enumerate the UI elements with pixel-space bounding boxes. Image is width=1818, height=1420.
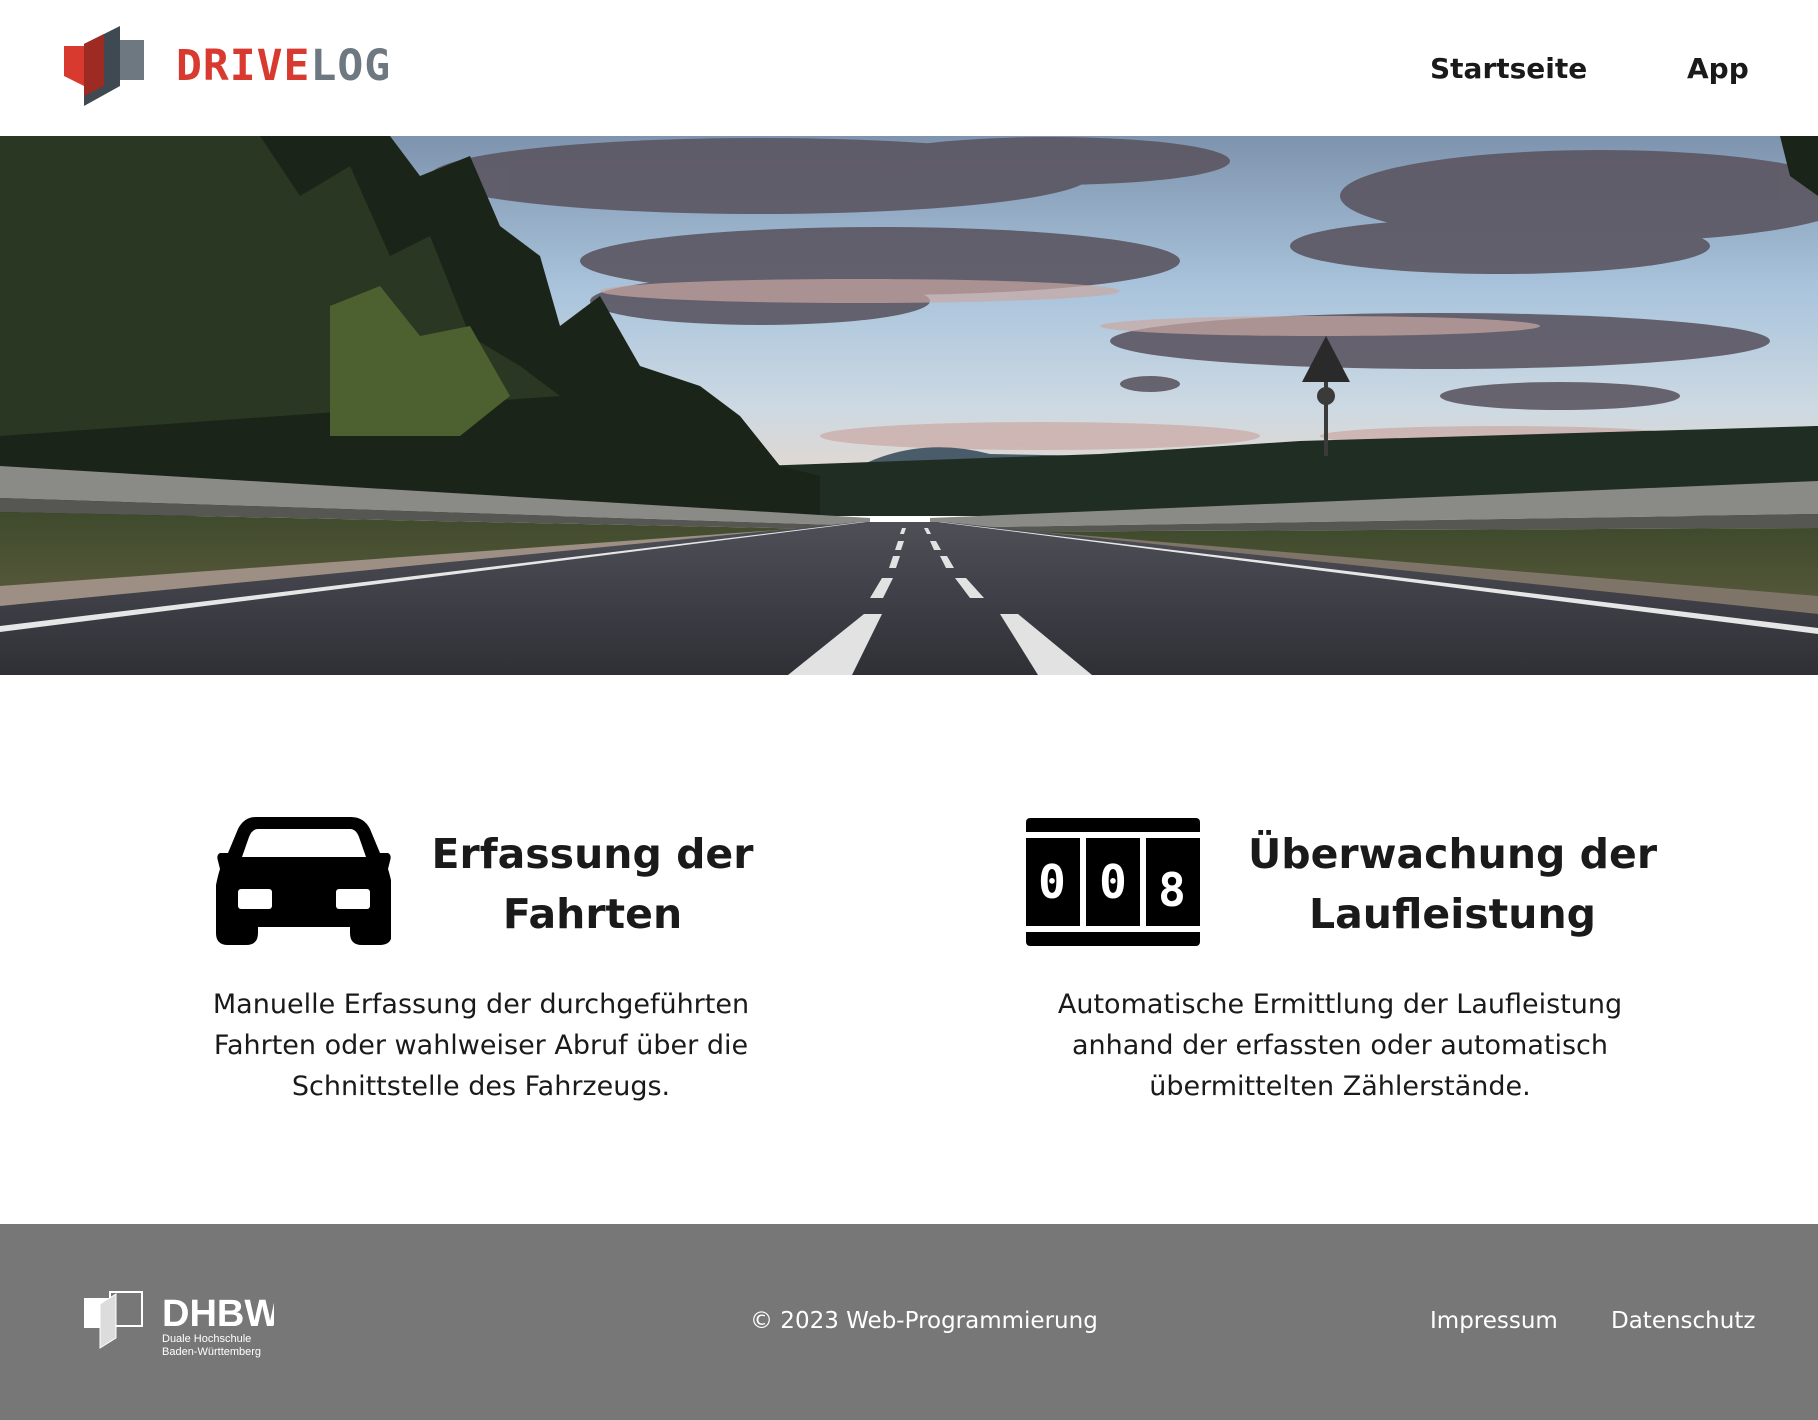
brand-wordmark: DRIVELOG (176, 44, 391, 88)
feature-text-ueberwachung: Automatische Ermittlung der Laufleistung… (1057, 989, 1623, 1102)
feature-title-ueberwachung: Überwachung der Laufleistung (1247, 830, 1658, 938)
car-icon (216, 815, 392, 951)
drivelog-logo-icon (64, 26, 144, 106)
brand-part-log: LOG (310, 40, 392, 91)
odometer-digit-2: 0 (1099, 855, 1127, 909)
nav-startseite[interactable]: Startseite (1430, 52, 1587, 85)
feature-text-erfassung: Manuelle Erfassung der durchgeführten Fa… (212, 989, 750, 1102)
dhbw-logo-subtitle-1: Duale Hochschule (162, 1333, 251, 1345)
odometer-digit-1: 0 (1038, 855, 1066, 909)
feature-title-erfassung: Erfassung der Fahrten (431, 830, 754, 938)
nav-app[interactable]: App (1687, 52, 1749, 85)
brand-part-drive: DRIVE (176, 40, 311, 91)
road-landscape-image (0, 136, 1818, 675)
footer-link-datenschutz[interactable]: Datenschutz (1611, 1308, 1755, 1334)
hero-image (0, 136, 1818, 675)
site-header: DRIVELOG Startseite App (0, 0, 1818, 136)
drivelog-logo[interactable]: DRIVELOG (64, 26, 391, 106)
dhbw-logo-name: DHBW (162, 1293, 274, 1335)
dhbw-logo-icon (84, 1291, 143, 1349)
site-footer: DHBW Duale Hochschule Baden-Württemberg … (0, 1224, 1818, 1420)
copyright-text: © 2023 Web-Programmierung (750, 1308, 1098, 1334)
dhbw-logo[interactable]: DHBW Duale Hochschule Baden-Württemberg (84, 1282, 280, 1366)
footer-link-impressum[interactable]: Impressum (1430, 1308, 1558, 1334)
odometer-digit-3: 8 (1158, 863, 1186, 917)
odometer-icon: 0 0 8 (1026, 818, 1200, 950)
dhbw-logo-subtitle-2: Baden-Württemberg (162, 1346, 261, 1358)
